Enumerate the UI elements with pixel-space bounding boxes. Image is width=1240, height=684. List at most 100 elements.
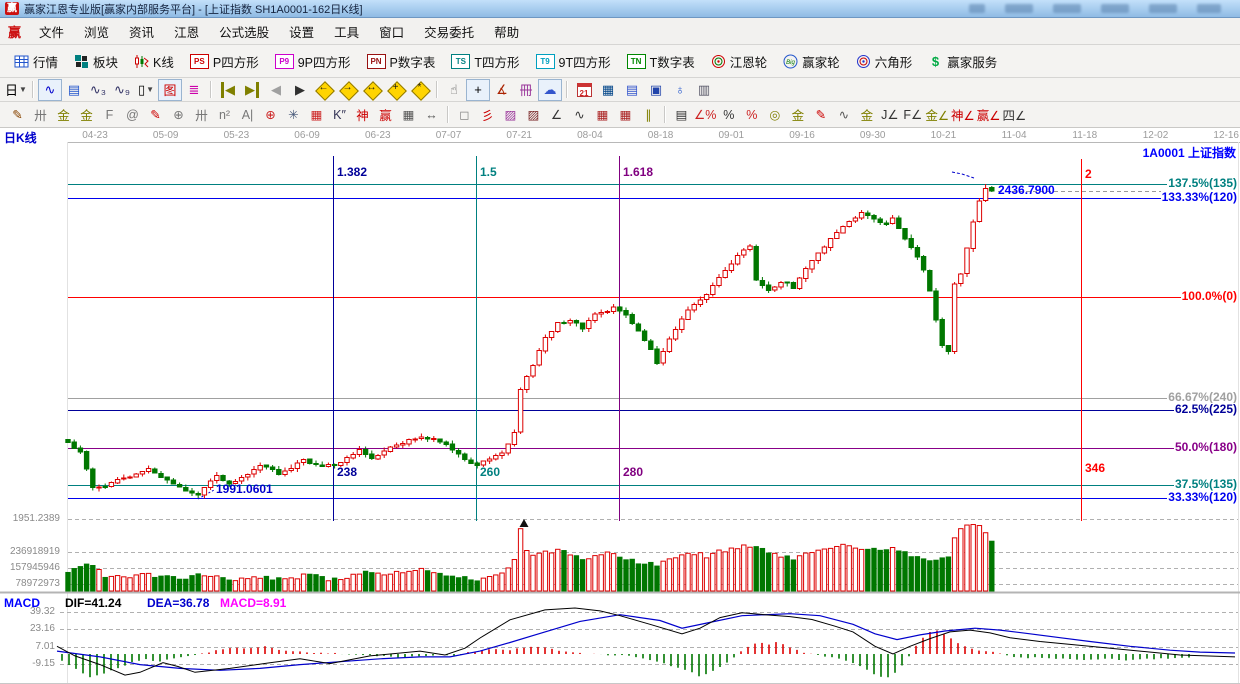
red-pencil-tool[interactable]: ✎ (144, 103, 167, 126)
titlebar-ghost-item[interactable] (1149, 4, 1177, 13)
fan-tool[interactable]: 彡 (476, 103, 499, 126)
t-square-button[interactable]: TS T四方形 (443, 48, 527, 75)
profile-icon[interactable]: ≣ (182, 79, 206, 101)
hash-tool[interactable]: 卅 (190, 103, 213, 126)
shen-tool[interactable]: 神 (351, 103, 374, 126)
expand-diamond[interactable]: ↔ (360, 79, 384, 101)
menu-item-设置[interactable]: 设置 (279, 19, 324, 44)
f-lines-tool[interactable]: F (98, 103, 121, 126)
shrink-right-diamond[interactable]: → (336, 79, 360, 101)
notepad-icon[interactable]: ▤ (620, 79, 644, 101)
shen-angle-tool[interactable]: 神∠ (950, 103, 976, 126)
circle-grid-tool[interactable]: ⊕ (167, 103, 190, 126)
titlebar-ghost-item[interactable] (969, 4, 985, 13)
hexagon-button[interactable]: 六角形 (848, 48, 921, 75)
box-tool[interactable]: ◻ (453, 103, 476, 126)
j-angle-tool[interactable]: J∠ (878, 103, 901, 126)
p-square-button[interactable]: PS P四方形 (182, 48, 267, 75)
9t-square-button[interactable]: T9 9T四方形 (528, 48, 619, 75)
9p-square-button[interactable]: P9 9P四方形 (267, 48, 359, 75)
angle-tool[interactable]: ∡ (490, 79, 514, 101)
titlebar-ghost-item[interactable] (1005, 4, 1033, 13)
menu-item-文件[interactable]: 文件 (29, 19, 74, 44)
grid-lines-tool[interactable]: 卅 (29, 103, 52, 126)
nav-prev-button[interactable]: ◀ (264, 79, 288, 101)
gold-circle-tool[interactable]: ◎ (763, 103, 786, 126)
ying-tool[interactable]: 赢 (374, 103, 397, 126)
menu-item-资讯[interactable]: 资讯 (119, 19, 164, 44)
gann-box-tool[interactable]: ▤ (670, 103, 693, 126)
notes-icon[interactable]: ▤ (62, 79, 86, 101)
gann-gold-tool-2[interactable]: 金 (75, 103, 98, 126)
percent-under-tool[interactable]: % (740, 103, 763, 126)
menu-item-交易委托[interactable]: 交易委托 (414, 19, 484, 44)
quotes-button[interactable]: 行情 (6, 48, 66, 75)
sectors-button[interactable]: 板块 (66, 48, 126, 75)
k-quote-tool[interactable]: K″ (328, 103, 351, 126)
red-circle-tool[interactable]: ⊕ (259, 103, 282, 126)
flash-pencil-tool[interactable]: ✎ (809, 103, 832, 126)
pencil-ruler-tool[interactable]: ✎ (6, 103, 29, 126)
nav-first-button[interactable]: ◀ (216, 79, 240, 101)
menu-item-浏览[interactable]: 浏览 (74, 19, 119, 44)
computer-icon[interactable]: ▥ (692, 79, 716, 101)
save-icon[interactable]: ▣ (644, 79, 668, 101)
si-angle-tool[interactable]: 四∠ (1001, 103, 1027, 126)
menu-item-窗口[interactable]: 窗口 (369, 19, 414, 44)
grid-a-tool[interactable]: ▦ (591, 103, 614, 126)
hand-tool[interactable]: ☝ (442, 79, 466, 101)
gold-line-tool[interactable]: 金 (786, 103, 809, 126)
n2-tool[interactable]: n² (213, 103, 236, 126)
gann-frame-tool[interactable]: 冊 (514, 79, 538, 101)
kline-button[interactable]: K线 (126, 48, 182, 75)
ying-angle-tool[interactable]: 赢∠ (976, 103, 1002, 126)
slash-lines-tool[interactable]: ∥ (637, 103, 660, 126)
nav-next-button[interactable]: ▶ (288, 79, 312, 101)
menu-item-公式选股[interactable]: 公式选股 (209, 19, 279, 44)
wave-band-tool[interactable]: ∿ (832, 103, 855, 126)
service-button[interactable]: $ 赢家服务 (920, 48, 1005, 75)
gold-under-tool[interactable]: 金 (855, 103, 878, 126)
gold-angle-tool[interactable]: 金∠ (924, 103, 950, 126)
titlebar-ghost-item[interactable] (1197, 4, 1221, 13)
calculator-icon[interactable]: ▦ (596, 79, 620, 101)
grid-123-tool[interactable]: ▦ (397, 103, 420, 126)
titlebar-ghost-item[interactable] (1053, 4, 1081, 13)
fan-box-dark-tool[interactable]: ▨ (522, 103, 545, 126)
nav-last-button[interactable]: ▶ (240, 79, 264, 101)
gann-wheel-button[interactable]: 江恩轮 (703, 48, 776, 75)
web-icon[interactable]: ♁ (668, 79, 692, 101)
wave3-icon[interactable]: ∿₃ (86, 79, 110, 101)
fan-box-tool[interactable]: ▨ (499, 103, 522, 126)
zigzag-icon[interactable]: ∿ (38, 78, 62, 101)
f-angle-tool[interactable]: F∠ (901, 103, 924, 126)
grid-star-tool[interactable]: ▦ (305, 103, 328, 126)
grid-b-tool[interactable]: ▦ (614, 103, 637, 126)
shrink-left-diamond[interactable]: ← (312, 79, 336, 101)
menu-item-江恩[interactable]: 江恩 (164, 19, 209, 44)
calendar-icon[interactable]: 21 (572, 79, 596, 101)
pattern-icon[interactable]: 图 (158, 78, 182, 101)
percent-tool[interactable]: % (717, 103, 740, 126)
spiral-tool[interactable]: @ (121, 103, 144, 126)
fit-all-diamond[interactable]: * (408, 79, 432, 101)
winner-wheel-button[interactable]: Big 赢家轮 (775, 48, 848, 75)
t-table-button[interactable]: TN T数字表 (619, 48, 703, 75)
angle-fan-tool[interactable]: ∠ (545, 103, 568, 126)
period-select[interactable]: 日 ▼ (4, 79, 28, 101)
candle-style-select[interactable]: ▯ ▼ (134, 79, 158, 101)
chart-canvas[interactable] (0, 128, 1240, 684)
center-diamond[interactable]: + (384, 79, 408, 101)
menu-item-工具[interactable]: 工具 (324, 19, 369, 44)
mind-map-tool[interactable]: ☁ (538, 78, 562, 101)
wave-tool[interactable]: ∿ (568, 103, 591, 126)
percent-line-tool[interactable]: ∠% (693, 103, 717, 126)
gann-gold-tool-1[interactable]: 金 (52, 103, 75, 126)
menu-item-帮助[interactable]: 帮助 (484, 19, 529, 44)
a-line-tool[interactable]: A| (236, 103, 259, 126)
p-table-button[interactable]: PN P数字表 (359, 48, 444, 75)
width-tool[interactable]: ↔ (420, 103, 443, 126)
crosshair-tool[interactable]: + (466, 78, 490, 101)
starburst-tool[interactable]: ✳ (282, 103, 305, 126)
titlebar-ghost-item[interactable] (1101, 4, 1129, 13)
